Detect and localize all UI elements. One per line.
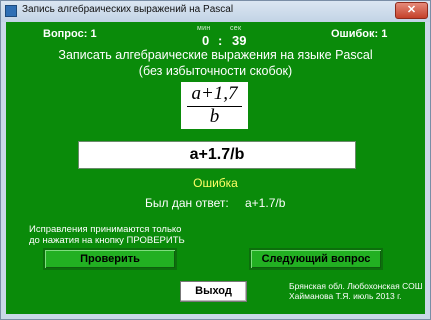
next-question-button[interactable]: Следующий вопрос bbox=[249, 248, 383, 270]
check-button[interactable]: Проверить bbox=[43, 248, 177, 270]
title-bar[interactable]: Запись алгебраических выражений на Pasca… bbox=[1, 1, 430, 22]
timer-seconds: 39 bbox=[232, 33, 247, 48]
close-button[interactable]: ✕ bbox=[395, 2, 428, 19]
error-counter: Ошибок: 1 bbox=[331, 28, 388, 40]
formula-numerator: a+1,7 bbox=[191, 83, 238, 104]
quiz-panel: Вопрос: 1 мин сек 0 : 39 Ошибок: 1 Запис… bbox=[6, 22, 425, 314]
given-answer-label: Был дан ответ: bbox=[145, 196, 229, 210]
given-answer-value: a+1.7/b bbox=[245, 196, 286, 210]
result-status: Ошибка bbox=[193, 176, 238, 190]
task-instruction: Записать алгебраические выражения на язы… bbox=[58, 48, 373, 62]
timer-seconds-label: сек bbox=[230, 25, 242, 32]
task-note: (без избыточности скобок) bbox=[138, 64, 293, 78]
timer-minutes-label: мин bbox=[197, 25, 211, 32]
formula-image: a+1,7 b bbox=[181, 82, 248, 129]
question-counter: Вопрос: 1 bbox=[43, 28, 97, 40]
note-line-1: Исправления принимаются только bbox=[29, 224, 182, 235]
app-icon bbox=[5, 5, 17, 17]
answer-input[interactable]: a+1.7/b bbox=[78, 141, 356, 169]
window-title: Запись алгебраических выражений на Pasca… bbox=[22, 4, 234, 15]
credits-author: Хайманова Т.Я. июль 2013 г. bbox=[289, 291, 402, 301]
note-line-2: до нажатия на кнопку ПРОВЕРИТЬ bbox=[29, 235, 185, 246]
credits-school: Брянская обл. Любохонская СОШ bbox=[289, 281, 423, 291]
formula-denominator: b bbox=[209, 106, 220, 127]
exit-button[interactable]: Выход bbox=[180, 281, 247, 302]
app-window: Запись алгебраических выражений на Pasca… bbox=[0, 0, 431, 320]
timer-separator: : bbox=[218, 33, 223, 48]
timer-minutes: 0 bbox=[202, 33, 210, 48]
